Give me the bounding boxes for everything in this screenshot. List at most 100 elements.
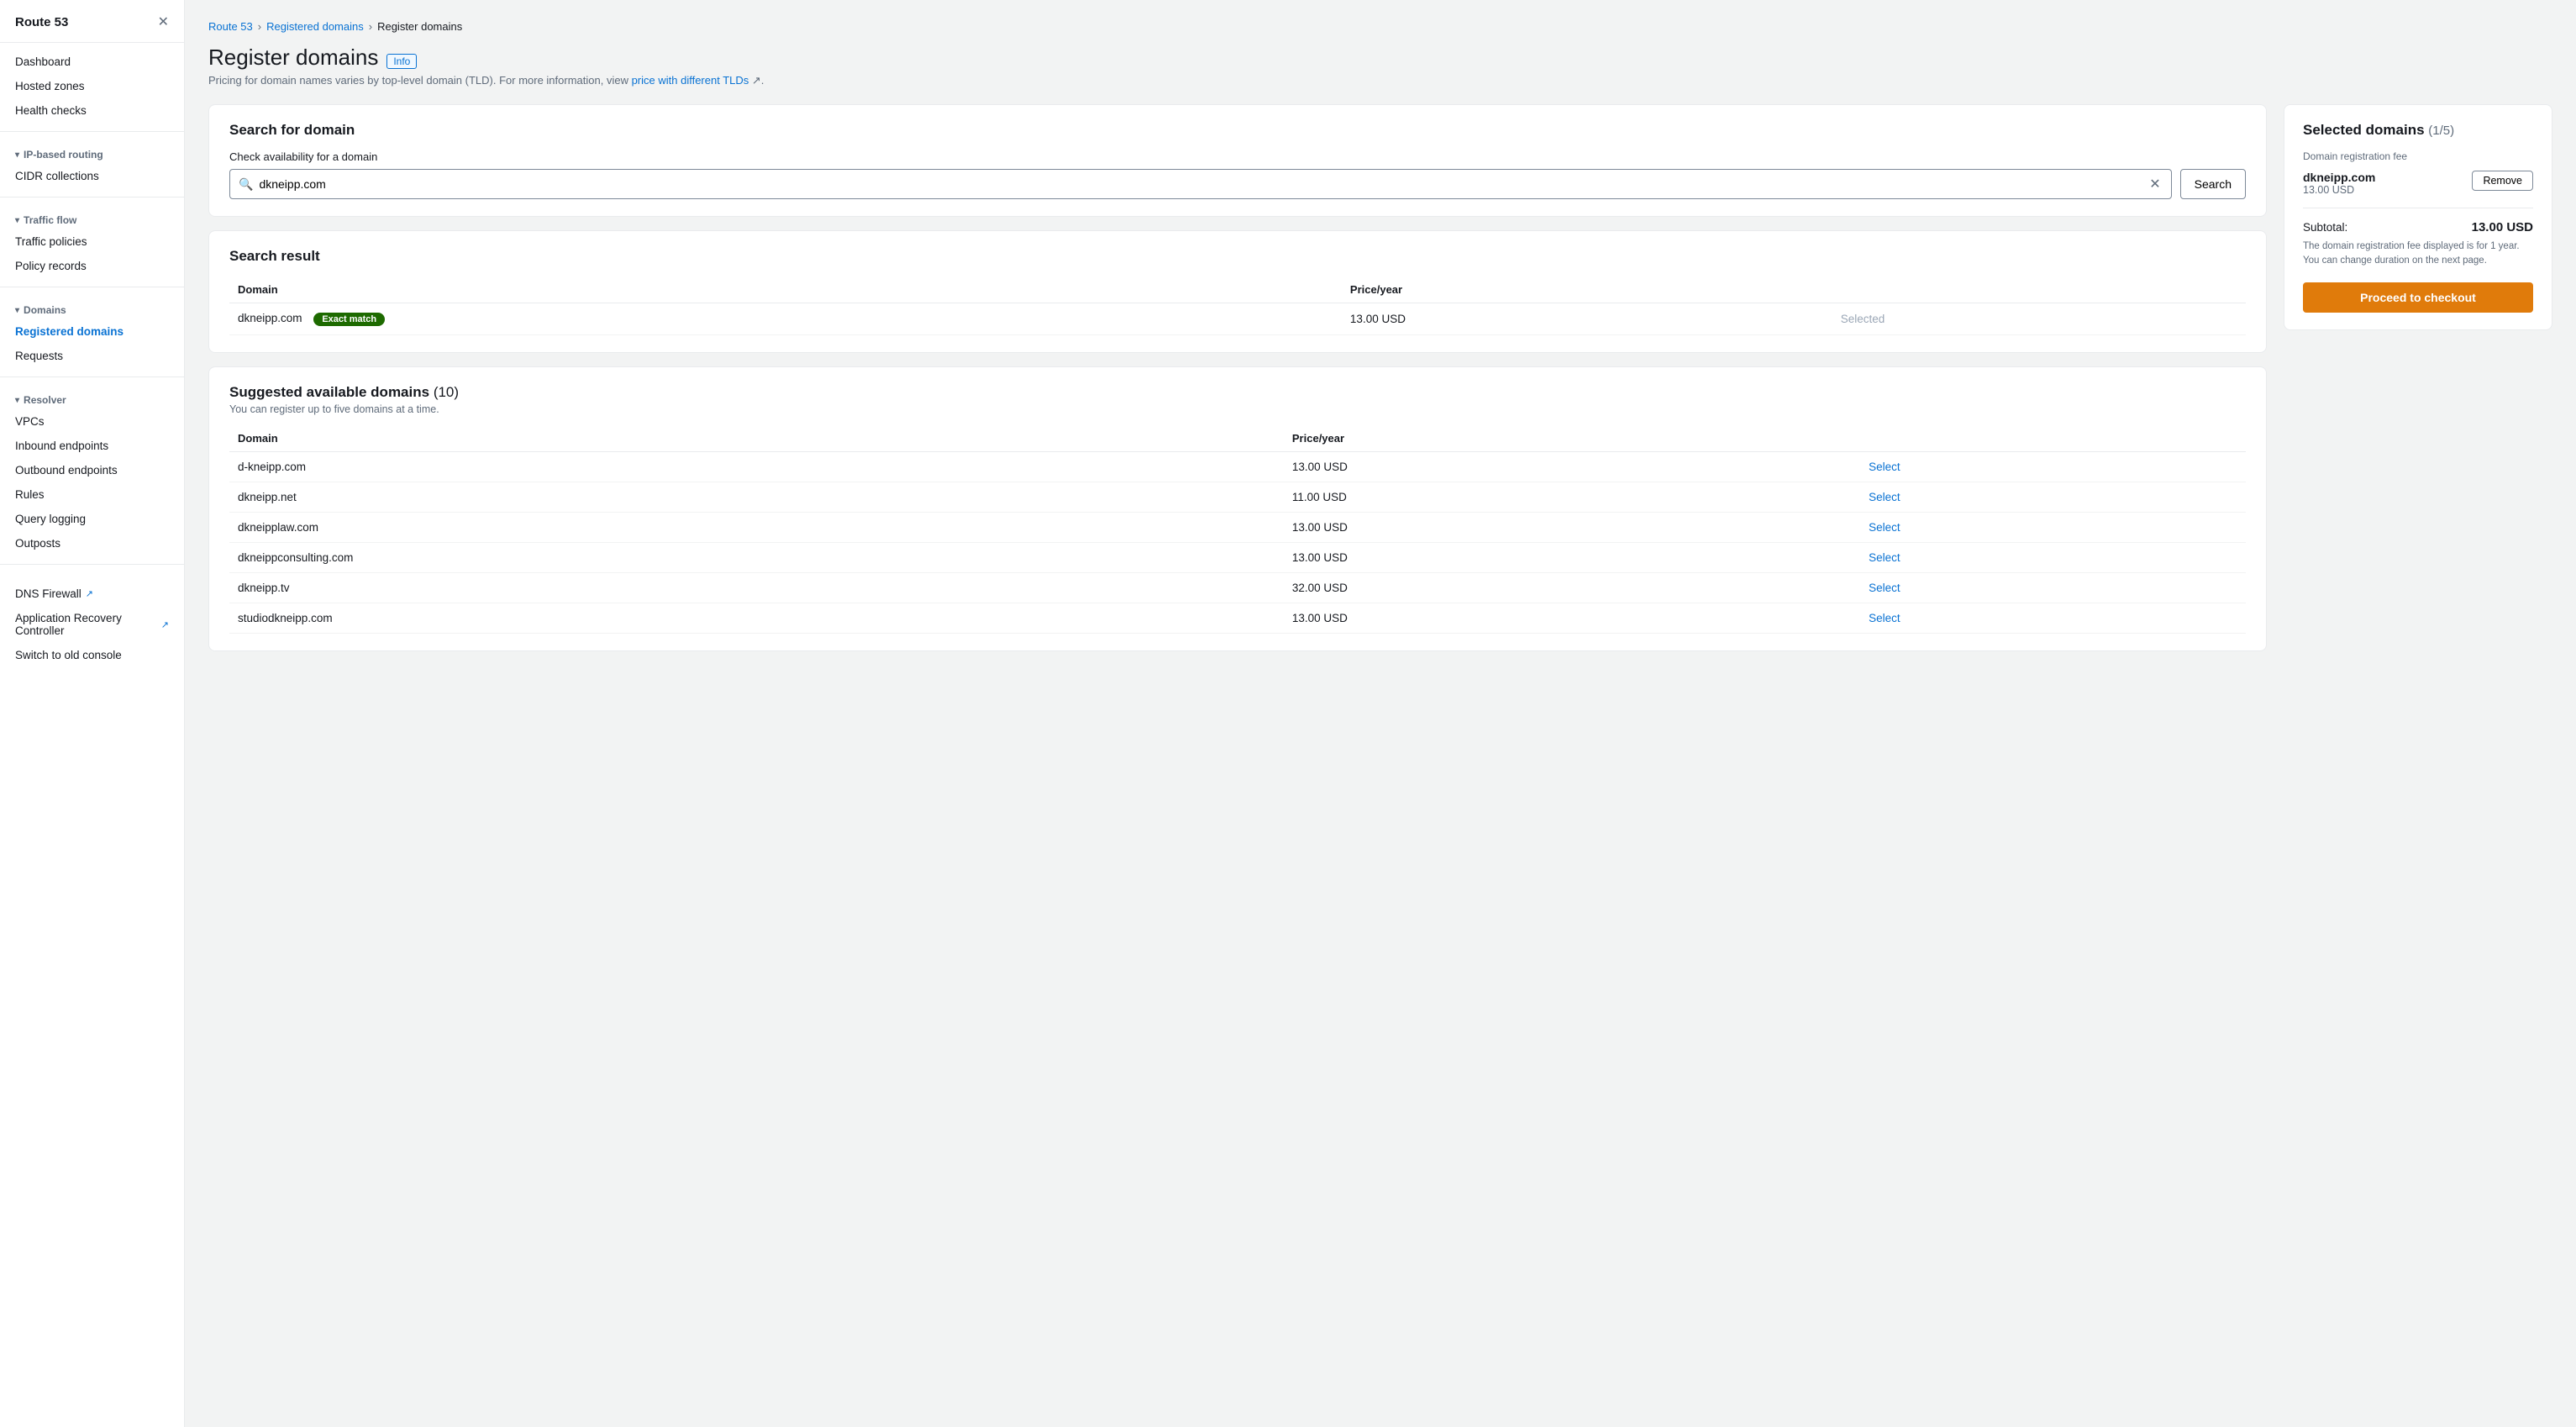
info-badge[interactable]: Info — [386, 54, 417, 69]
search-clear-button[interactable]: ✕ — [2148, 176, 2162, 192]
page-title-row: Register domains Info — [208, 45, 2552, 71]
sidebar-header: Route 53 ✕ — [0, 0, 184, 43]
sidebar-item-inbound-endpoints[interactable]: Inbound endpoints — [0, 434, 184, 458]
select-link-0[interactable]: Select — [1869, 461, 1900, 473]
table-row: dkneipp.com Exact match 13.00 USD Select… — [229, 303, 2246, 335]
remove-button[interactable]: Remove — [2472, 171, 2533, 191]
external-link-icon-arc: ↗ — [161, 619, 169, 630]
selected-status: Selected — [1841, 313, 1885, 325]
sidebar-item-outbound-endpoints[interactable]: Outbound endpoints — [0, 458, 184, 482]
domain-entry: dkneipp.com 13.00 USD Remove — [2303, 171, 2533, 196]
sug-action-3: Select — [1860, 543, 2246, 573]
suggested-subtitle: You can register up to five domains at a… — [229, 403, 2246, 415]
external-link-icon-dns: ↗ — [86, 588, 93, 599]
sug-domain-4: dkneipp.tv — [229, 573, 1284, 603]
sug-domain-1: dkneipp.net — [229, 482, 1284, 513]
suggested-count: (10) — [434, 384, 459, 400]
suggested-tbody: d-kneipp.com 13.00 USD Select dkneipp.ne… — [229, 452, 2246, 634]
breadcrumb-current: Register domains — [377, 20, 462, 33]
search-result-title: Search result — [229, 248, 2246, 265]
selected-domain-name: dkneipp.com — [2303, 171, 2375, 184]
sidebar-footer-switch-old[interactable]: Switch to old console — [15, 643, 169, 667]
section-resolver-label: Resolver — [24, 394, 66, 406]
page-title: Register domains — [208, 45, 378, 71]
sidebar-item-cidr[interactable]: CIDR collections — [0, 164, 184, 188]
sidebar-item-dashboard[interactable]: Dashboard — [0, 50, 184, 74]
sidebar-close-button[interactable]: ✕ — [158, 13, 169, 30]
section-traffic-flow[interactable]: ▾ Traffic flow — [0, 206, 184, 229]
panel-title-text: Selected domains — [2303, 122, 2425, 138]
section-domains-label: Domains — [24, 304, 66, 316]
sidebar-item-policy-records[interactable]: Policy records — [0, 254, 184, 278]
sidebar-title: Route 53 — [15, 15, 68, 29]
sug-action-1: Select — [1860, 482, 2246, 513]
chevron-resolver-icon: ▾ — [15, 396, 19, 405]
sidebar-footer-dns-label: DNS Firewall — [15, 587, 81, 600]
sidebar-item-query-logging[interactable]: Query logging — [0, 507, 184, 531]
section-domains[interactable]: ▾ Domains — [0, 296, 184, 319]
search-card-title: Search for domain — [229, 122, 2246, 139]
sug-col-action — [1860, 425, 2246, 452]
checkout-button[interactable]: Proceed to checkout — [2303, 282, 2533, 313]
panel-subtitle: Domain registration fee — [2303, 150, 2533, 162]
sug-domain-0: d-kneipp.com — [229, 452, 1284, 482]
table-row: d-kneipp.com 13.00 USD Select — [229, 452, 2246, 482]
sug-price-4: 32.00 USD — [1284, 573, 1860, 603]
select-link-3[interactable]: Select — [1869, 551, 1900, 564]
sidebar-footer-arc-label: Application Recovery Controller — [15, 612, 157, 637]
search-row: 🔍 ✕ Search — [229, 169, 2246, 199]
section-ip-routing-label: IP-based routing — [24, 149, 103, 161]
page-subtitle: Pricing for domain names varies by top-l… — [208, 74, 2552, 87]
breadcrumb-sep-1: › — [258, 20, 261, 33]
result-domain-name: dkneipp.com — [238, 312, 302, 324]
price-link[interactable]: price with different TLDs — [632, 74, 749, 87]
sug-action-2: Select — [1860, 513, 2246, 543]
sug-price-2: 13.00 USD — [1284, 513, 1860, 543]
divider-4 — [0, 376, 184, 377]
sidebar-item-hosted-zones[interactable]: Hosted zones — [0, 74, 184, 98]
search-input-wrap: 🔍 ✕ — [229, 169, 2172, 199]
search-input[interactable] — [259, 177, 2148, 191]
subtitle-text: Pricing for domain names varies by top-l… — [208, 74, 632, 87]
breadcrumb-registered-domains[interactable]: Registered domains — [266, 20, 364, 33]
breadcrumb-route53[interactable]: Route 53 — [208, 20, 253, 33]
sug-price-0: 13.00 USD — [1284, 452, 1860, 482]
col-action — [1832, 276, 2246, 303]
select-link-4[interactable]: Select — [1869, 582, 1900, 594]
selected-domain-price: 13.00 USD — [2303, 184, 2375, 196]
sug-domain-2: dkneipplaw.com — [229, 513, 1284, 543]
sug-action-0: Select — [1860, 452, 2246, 482]
select-link-2[interactable]: Select — [1869, 521, 1900, 534]
select-link-1[interactable]: Select — [1869, 491, 1900, 503]
sidebar-item-rules[interactable]: Rules — [0, 482, 184, 507]
panel-count: (1/5) — [2428, 124, 2454, 138]
sidebar-item-traffic-policies[interactable]: Traffic policies — [0, 229, 184, 254]
divider-1 — [0, 131, 184, 132]
select-link-5[interactable]: Select — [1869, 612, 1900, 624]
search-result-table: Domain Price/year dkneipp.com Exact matc… — [229, 276, 2246, 335]
col-domain: Domain — [229, 276, 1342, 303]
sidebar-item-health-checks[interactable]: Health checks — [0, 98, 184, 123]
domain-info: dkneipp.com 13.00 USD — [2303, 171, 2375, 196]
chevron-ip-routing-icon: ▾ — [15, 150, 19, 160]
subtitle-end: ↗. — [749, 74, 764, 87]
sidebar-footer-dns-firewall[interactable]: DNS Firewall ↗ — [15, 582, 169, 606]
section-ip-routing[interactable]: ▾ IP-based routing — [0, 140, 184, 164]
content-main: Search for domain Check availability for… — [208, 104, 2267, 651]
sidebar-item-requests[interactable]: Requests — [0, 344, 184, 368]
sidebar-item-outposts[interactable]: Outposts — [0, 531, 184, 556]
table-row: dkneipp.net 11.00 USD Select — [229, 482, 2246, 513]
table-row: dkneipp.tv 32.00 USD Select — [229, 573, 2246, 603]
sidebar-item-registered-domains[interactable]: Registered domains — [0, 319, 184, 344]
sug-col-domain: Domain — [229, 425, 1284, 452]
search-button[interactable]: Search — [2180, 169, 2246, 199]
sug-action-4: Select — [1860, 573, 2246, 603]
main-content: Route 53 › Registered domains › Register… — [185, 0, 2576, 1427]
sug-price-5: 13.00 USD — [1284, 603, 1860, 634]
suggested-header: Suggested available domains (10) You can… — [229, 384, 2246, 415]
sidebar-item-vpcs[interactable]: VPCs — [0, 409, 184, 434]
section-resolver[interactable]: ▾ Resolver — [0, 386, 184, 409]
content-layout: Search for domain Check availability for… — [208, 104, 2552, 651]
sidebar-footer-arc[interactable]: Application Recovery Controller ↗ — [15, 606, 169, 643]
sidebar: Route 53 ✕ Dashboard Hosted zones Health… — [0, 0, 185, 1427]
